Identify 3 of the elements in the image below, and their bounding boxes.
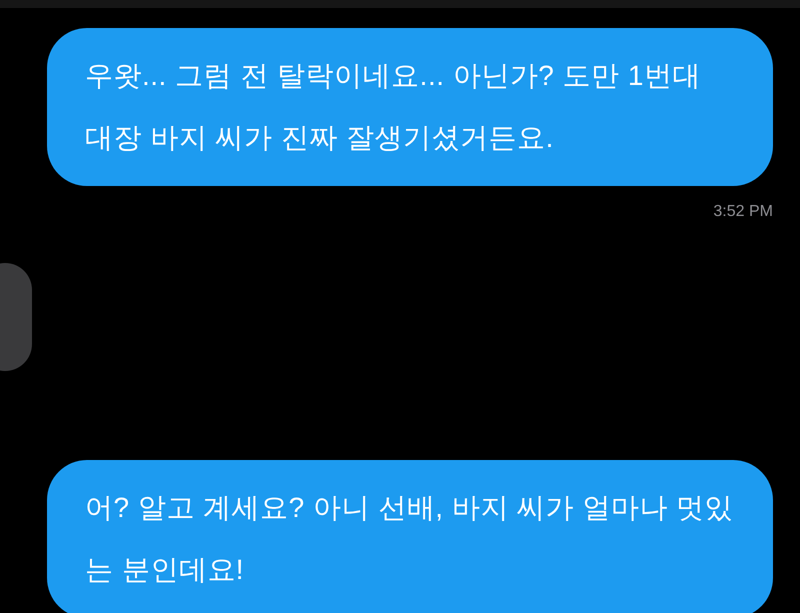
message-bubble: 우왓... 그럼 전 탈락이네요... 아닌가? 도만 1번대 대장 바지 씨가 진짜 잘생기셨거든요. — [47, 28, 773, 186]
message-time: 3:52 PM — [713, 202, 773, 222]
message-bubble: 어? 알고 계세요? 아니 선배, 바지 씨가 얼마나 멋있는 분인데요! — [47, 460, 773, 613]
